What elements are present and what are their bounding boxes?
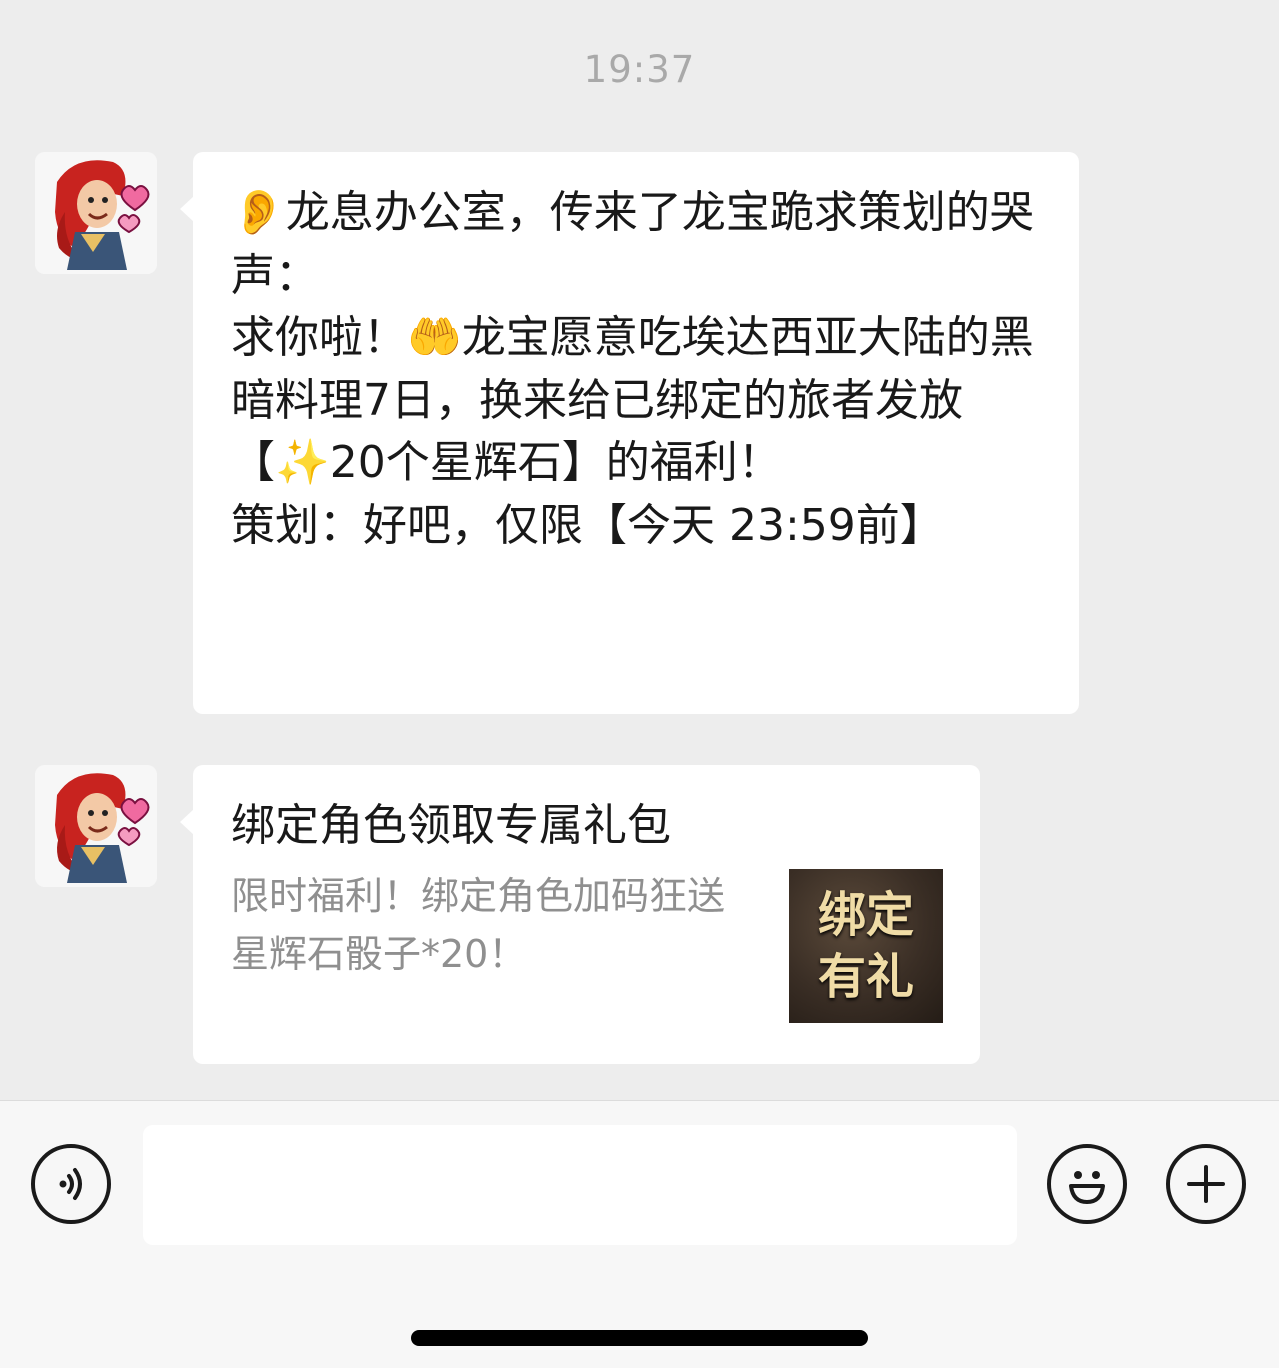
message-text: 👂龙息办公室，传来了龙宝跪求策划的哭声： 求你啦！🤲龙宝愿意吃埃达西亚大陆的黑暗… xyxy=(231,187,1034,551)
voice-button[interactable] xyxy=(31,1144,111,1224)
dragon-girl-avatar-icon xyxy=(35,765,157,887)
emoji-smile-icon xyxy=(1069,1171,1105,1204)
more-button[interactable] xyxy=(1166,1144,1246,1224)
home-indicator[interactable] xyxy=(411,1330,868,1346)
message-timestamp: 19:37 xyxy=(583,48,696,91)
link-card-message[interactable]: 绑定角色领取专属礼包 限时福利！绑定角色加码狂送星辉石骰子*20！ 绑定 有礼 xyxy=(180,765,980,1064)
voice-icon xyxy=(59,1168,82,1200)
text-message-bubble[interactable]: 👂龙息办公室，传来了龙宝跪求策划的哭声： 求你啦！🤲龙宝愿意吃埃达西亚大陆的黑暗… xyxy=(180,152,1079,714)
dragon-girl-avatar-icon xyxy=(35,152,157,274)
message-input[interactable] xyxy=(143,1125,1017,1245)
card-thumbnail: 绑定 有礼 xyxy=(789,869,943,1023)
card-title: 绑定角色领取专属礼包 xyxy=(231,800,671,851)
thumbnail-text-line2: 有礼 xyxy=(817,949,914,1005)
thumbnail-text-line1: 绑定 xyxy=(817,887,914,943)
input-bar xyxy=(0,1100,1279,1368)
plus-icon xyxy=(1187,1165,1225,1203)
card-description: 限时福利！绑定角色加码狂送星辉石骰子*20！ xyxy=(231,874,726,976)
sender-avatar[interactable] xyxy=(35,765,157,887)
emoji-button[interactable] xyxy=(1047,1144,1127,1224)
sender-avatar[interactable] xyxy=(35,152,157,274)
chat-area[interactable]: 19:37 👂龙息办公室，传来了龙宝跪求策划的哭声： 求你啦！🤲龙宝愿意吃埃达西… xyxy=(0,0,1279,1100)
